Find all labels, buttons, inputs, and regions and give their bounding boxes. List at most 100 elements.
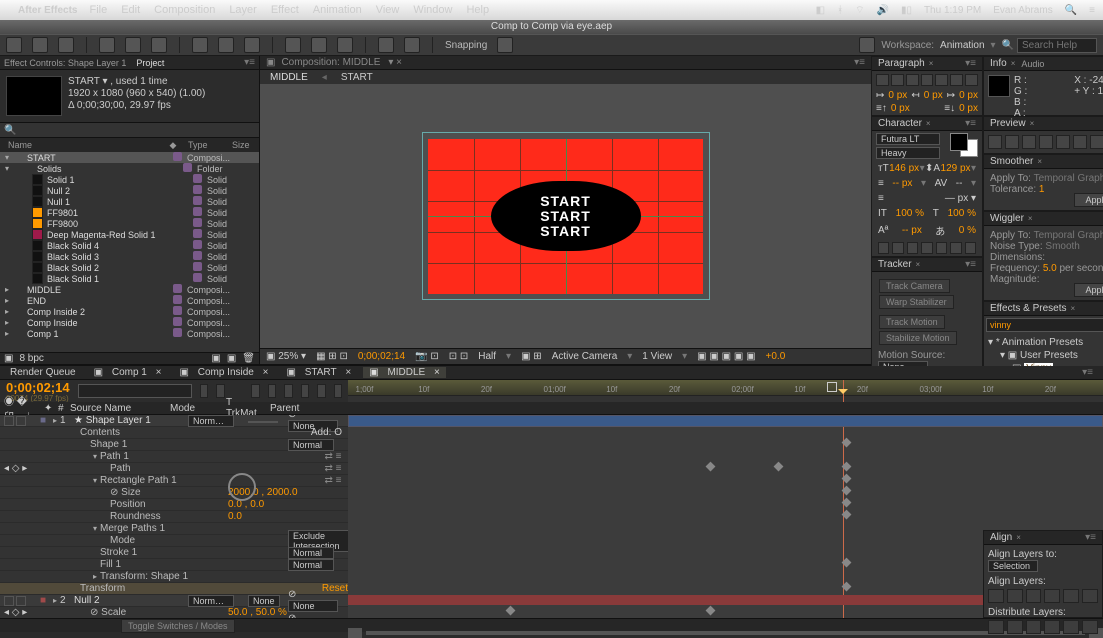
- pan-behind-tool-icon[interactable]: [151, 37, 167, 53]
- timeline-row[interactable]: Fill 1Normal: [0, 559, 348, 571]
- channel-icon[interactable]: ⊡ ⊡: [449, 351, 469, 362]
- layer-outline[interactable]: ■▸1★ Shape Layer 1Norm…⊘ NoneContentsAdd…: [0, 415, 348, 618]
- menu-edit[interactable]: Edit: [121, 4, 140, 16]
- font-family[interactable]: Futura LT: [876, 133, 940, 145]
- project-search-input[interactable]: [20, 125, 132, 136]
- bpc-button[interactable]: 8 bpc: [19, 353, 43, 364]
- wiggler-tab[interactable]: Wiggler: [990, 213, 1024, 224]
- timeline-row[interactable]: ContentsAdd: O: [0, 427, 348, 439]
- resolution[interactable]: Half: [478, 351, 496, 362]
- paragraph-tab[interactable]: Paragraph: [878, 58, 925, 69]
- project-row[interactable]: ▸MIDDLEComposi...: [0, 284, 259, 295]
- audio-tab[interactable]: Audio: [1021, 59, 1044, 69]
- cursor-icon[interactable]: [827, 382, 837, 392]
- stabilize-button[interactable]: Stabilize Motion: [879, 331, 957, 345]
- col-size[interactable]: Size: [232, 140, 250, 150]
- warp-stab-button[interactable]: Warp Stabilizer: [879, 295, 954, 309]
- toggle-switches-button[interactable]: Toggle Switches / Modes: [121, 619, 235, 633]
- timeline-row[interactable]: ⊘ Size2000.0 , 2000.0: [0, 487, 348, 499]
- hand-tool-icon[interactable]: [32, 37, 48, 53]
- kerning[interactable]: -- px: [892, 178, 912, 189]
- track-camera-button[interactable]: Track Camera: [879, 279, 950, 293]
- view-count[interactable]: 1 View: [642, 351, 672, 362]
- menu-help[interactable]: Help: [466, 4, 489, 16]
- info-tab[interactable]: Info: [990, 58, 1007, 69]
- tab-middle[interactable]: ▣ MIDDLE ×: [363, 367, 446, 378]
- bold-icon[interactable]: [878, 242, 889, 254]
- project-row[interactable]: FF9801Solid: [0, 207, 259, 218]
- eraser-tool-icon[interactable]: [337, 37, 353, 53]
- project-row[interactable]: Black Solid 4Solid: [0, 240, 259, 251]
- project-row[interactable]: Deep Magenta-Red Solid 1Solid: [0, 229, 259, 240]
- timeline-row[interactable]: Roundness0.0: [0, 511, 348, 523]
- project-row[interactable]: FF9800Solid: [0, 218, 259, 229]
- project-tree[interactable]: ▾STARTComposi...▾SolidsFolderSolid 1Soli…: [0, 152, 259, 352]
- project-row[interactable]: ▸ENDComposi...: [0, 295, 259, 306]
- align-to-select[interactable]: Selection: [988, 560, 1038, 572]
- align-icons[interactable]: [872, 71, 982, 89]
- camera-tool-icon[interactable]: [125, 37, 141, 53]
- tab-render-queue[interactable]: Render Queue: [4, 367, 82, 378]
- tracker-tab[interactable]: Tracker: [878, 259, 912, 270]
- project-row[interactable]: Black Solid 3Solid: [0, 251, 259, 262]
- project-row[interactable]: Null 1Solid: [0, 196, 259, 207]
- time-ruler[interactable]: 1;00f10f20f01;00f10f20f02;00f10f20f03;00…: [348, 380, 1103, 402]
- comp-viewer[interactable]: START START START: [260, 84, 871, 348]
- tab-effect-controls[interactable]: Effect Controls: Shape Layer 1: [4, 58, 126, 68]
- snapping-toggle-icon[interactable]: [497, 37, 513, 53]
- menu-animation[interactable]: Animation: [313, 4, 362, 16]
- pen-tool-icon[interactable]: [218, 37, 234, 53]
- project-row[interactable]: Solid 1Solid: [0, 174, 259, 185]
- exposure[interactable]: +0.0: [766, 351, 786, 362]
- menubar-clock[interactable]: Thu 1:19 PM: [924, 5, 981, 16]
- puppet-tool-icon[interactable]: [404, 37, 420, 53]
- project-row[interactable]: ▸Comp 1Composi...: [0, 328, 259, 339]
- tab-comp1[interactable]: ▣ Comp 1 ×: [88, 367, 168, 378]
- type-tool-icon[interactable]: [244, 37, 260, 53]
- project-row[interactable]: ▾SolidsFolder: [0, 163, 259, 174]
- project-row[interactable]: Null 2Solid: [0, 185, 259, 196]
- font-size[interactable]: 146 px: [889, 163, 919, 174]
- res-popup[interactable]: ▦ ⊞ ⊡: [316, 351, 348, 362]
- zoom-out-icon[interactable]: [348, 628, 362, 638]
- comp-tab[interactable]: Composition: MIDDLE: [281, 57, 380, 68]
- tl-icon[interactable]: [200, 384, 208, 398]
- vscale[interactable]: 100 %: [896, 208, 924, 219]
- project-row[interactable]: Black Solid 2Solid: [0, 262, 259, 273]
- col-name[interactable]: Name: [8, 140, 158, 150]
- timeline-row[interactable]: ▾Rectangle Path 1⇄ ≡: [0, 475, 348, 487]
- timeline-search-input[interactable]: [78, 384, 192, 398]
- font-weight[interactable]: Heavy: [876, 147, 940, 159]
- panel-menu-icon[interactable]: ▾≡: [1076, 367, 1099, 378]
- app-name[interactable]: After Effects: [18, 5, 77, 16]
- preview-tab[interactable]: Preview: [990, 118, 1026, 129]
- workspace-value[interactable]: Animation: [940, 40, 984, 51]
- smoother-tab[interactable]: Smoother: [990, 156, 1033, 167]
- panel-menu-icon[interactable]: ▾≡: [244, 57, 255, 68]
- spotlight-icon[interactable]: 🔍: [1065, 5, 1077, 16]
- rotate-tool-icon[interactable]: [99, 37, 115, 53]
- timeline-row[interactable]: ◂ ◇ ▸Path⇄ ≡: [0, 463, 348, 475]
- menu-view[interactable]: View: [376, 4, 400, 16]
- smoother-apply-button[interactable]: Apply: [1074, 193, 1103, 207]
- project-row[interactable]: ▸Comp Inside 2Composi...: [0, 306, 259, 317]
- zoom-tool-icon[interactable]: [58, 37, 74, 53]
- crumb-middle[interactable]: MIDDLE: [270, 72, 308, 83]
- panel-menu-icon[interactable]: ▾≡: [854, 57, 865, 68]
- interpret-icon[interactable]: ▣: [4, 353, 13, 364]
- character-tab[interactable]: Character: [878, 118, 922, 129]
- search-help-input[interactable]: [1017, 38, 1097, 53]
- viewer-time[interactable]: 0;00;02;14: [358, 351, 405, 362]
- timeline-row[interactable]: ■▸1★ Shape Layer 1Norm…⊘ None: [0, 415, 348, 427]
- menu-effect[interactable]: Effect: [271, 4, 299, 16]
- timeline-row[interactable]: ■▸2Null 2Norm…None⊘ None: [0, 595, 348, 607]
- rect-tool-icon[interactable]: [192, 37, 208, 53]
- menu-file[interactable]: File: [89, 4, 107, 16]
- leading[interactable]: 129 px: [941, 163, 971, 174]
- menu-layer[interactable]: Layer: [229, 4, 257, 16]
- snapping-label[interactable]: Snapping: [445, 40, 487, 51]
- timeline-row[interactable]: Position0.0 , 0.0: [0, 499, 348, 511]
- snapshot-icon[interactable]: 📷 ⊡: [415, 351, 439, 362]
- menubar-user[interactable]: Evan Abrams: [993, 5, 1052, 16]
- italic-icon[interactable]: [892, 242, 903, 254]
